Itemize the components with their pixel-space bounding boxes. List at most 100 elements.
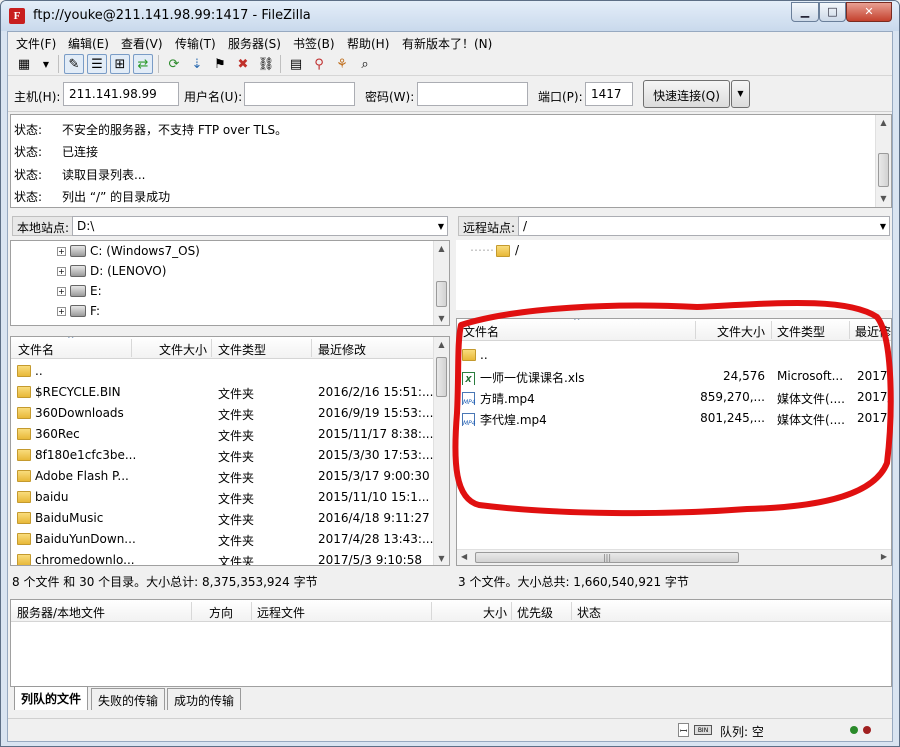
table-row[interactable]: .. <box>11 361 449 382</box>
table-row[interactable]: 8f180e1cfc3be... 文件夹 2015/3/30 17:53:... <box>11 445 449 466</box>
message-log: 状态: 不安全的服务器，不支持 FTP over TLS。 状态: 已连接 状态: 读… <box>10 114 892 208</box>
table-row[interactable]: chromedownlo... 文件夹 2017/5/3 9:10:58 <box>11 550 449 565</box>
window-title: ftp://youke@211.141.98.99:1417 - FileZil… <box>33 8 311 23</box>
menu-bookmarks[interactable]: 书签(B) <box>293 35 335 52</box>
status-bar: ꟷ BIN 队列: 空 <box>8 718 892 742</box>
log-line: 状态: 不安全的服务器，不支持 FTP over TLS。 <box>14 123 288 137</box>
local-site-path[interactable]: D:\ ▼ <box>72 216 448 236</box>
table-row[interactable]: 360Downloads 文件夹 2016/9/19 15:53:... <box>11 403 449 424</box>
menu-view[interactable]: 查看(V) <box>121 35 163 52</box>
password-label: 密码(W): <box>365 90 415 104</box>
cancel-icon[interactable]: ✖ <box>233 54 253 74</box>
menu-new-version[interactable]: 有新版本了！(N) <box>402 35 492 52</box>
tree-node-drive[interactable]: + F: <box>57 304 100 318</box>
menu-file[interactable]: 文件(F) <box>16 35 56 52</box>
quickconnect-dropdown-icon[interactable]: ▼ <box>731 80 750 108</box>
folder-icon <box>17 491 31 503</box>
remote-site-panel: 远程站点: / ▼ ⋯⋯ / <box>456 214 892 310</box>
tree-node-drive[interactable]: + D: (LENOVO) <box>57 264 166 278</box>
toggle-remote-tree-icon[interactable]: ⊞ <box>110 54 130 74</box>
toggle-log-icon[interactable]: ✎ <box>64 54 84 74</box>
site-manager-icon[interactable]: ▦ <box>14 54 34 74</box>
refresh-icon[interactable]: ⟳ <box>164 54 184 74</box>
maximize-button[interactable]: □ <box>819 2 846 22</box>
folder-icon <box>17 470 31 482</box>
port-input[interactable]: 1417 <box>585 82 633 106</box>
column-status[interactable]: 状态 <box>577 604 601 621</box>
remote-site-path[interactable]: / ▼ <box>518 216 890 236</box>
table-row[interactable]: baidu 文件夹 2015/11/10 15:1... <box>11 487 449 508</box>
remote-list-header: 文件名 ^ 文件大小 文件类型 最近修 <box>457 319 891 341</box>
menu-edit[interactable]: 编辑(E) <box>68 35 109 52</box>
main-client: 文件(F) 编辑(E) 查看(V) 传输(T) 服务器(S) 书签(B) 帮助(… <box>7 31 893 742</box>
log-line: 状态: 列出 “/” 的目录成功 <box>14 190 171 204</box>
table-row[interactable]: $RECYCLE.BIN 文件夹 2016/2/16 15:51:... <box>11 382 449 403</box>
remote-status: 3 个文件。大小总共: 1,660,540,921 字节 <box>458 569 890 591</box>
table-row[interactable]: MP4李代煌.mp4801,245,...媒体文件(....2017/! <box>457 408 891 429</box>
username-label: 用户名(U): <box>184 90 243 104</box>
disconnect-icon[interactable]: ⛓ <box>256 54 276 74</box>
column-filename[interactable]: 文件名 <box>18 341 54 358</box>
column-modified[interactable]: 最近修 <box>855 323 891 340</box>
toggle-queue-icon[interactable]: ⇄ <box>133 54 153 74</box>
menu-help[interactable]: 帮助(H) <box>347 35 389 52</box>
column-filename[interactable]: 文件名 <box>463 323 499 340</box>
table-row[interactable]: 360Rec 文件夹 2015/11/17 8:38:... <box>11 424 449 445</box>
table-row[interactable]: MP4方晴.mp4859,270,...媒体文件(....2017/! <box>457 387 891 408</box>
minimize-button[interactable]: ▁ <box>791 2 819 22</box>
local-site-label: 本地站点: <box>12 216 75 236</box>
column-filetype[interactable]: 文件类型 <box>777 323 825 340</box>
folder-icon <box>17 386 31 398</box>
local-list-header: 文件名 ^ 文件大小 文件类型 最近修改 <box>11 337 449 359</box>
column-priority[interactable]: 优先级 <box>517 604 553 621</box>
menu-server[interactable]: 服务器(S) <box>228 35 281 52</box>
table-row[interactable]: Adobe Flash P... 文件夹 2015/3/17 9:00:30 <box>11 466 449 487</box>
table-row[interactable]: X一师一优课课名.xls24,576Microsoft...2017/! <box>457 366 891 387</box>
host-input[interactable]: 211.141.98.99 <box>63 82 179 106</box>
local-site-panel: 本地站点: D:\ ▼ + C: (Windows7_OS) + D: (LENOVO… <box>10 214 450 326</box>
send-indicator-icon <box>850 726 858 734</box>
sync-browse-icon[interactable]: ⚲ <box>309 54 329 74</box>
column-size[interactable]: 大小 <box>483 604 507 621</box>
folder-icon <box>17 554 31 565</box>
password-input[interactable] <box>417 82 528 106</box>
local-list-scrollbar[interactable]: ▲ ▼ <box>433 337 449 565</box>
folder-icon <box>17 407 31 419</box>
table-row[interactable]: BaiduYunDown... 文件夹 2017/4/28 13:43:... <box>11 529 449 550</box>
column-filesize[interactable]: 文件大小 <box>717 323 765 340</box>
column-modified[interactable]: 最近修改 <box>318 341 366 358</box>
menu-transfer[interactable]: 传输(T) <box>175 35 216 52</box>
tree-node-drive[interactable]: + E: <box>57 284 102 298</box>
flag-icon[interactable]: ⚑ <box>210 54 230 74</box>
close-button[interactable]: ✕ <box>846 2 892 22</box>
site-manager-dropdown-icon[interactable]: ▼ <box>36 54 56 74</box>
table-row[interactable]: BaiduMusic 文件夹 2016/4/18 9:11:27 <box>11 508 449 529</box>
filter-icon[interactable]: ⚘ <box>332 54 352 74</box>
secure-connection-icon: ꟷ <box>678 723 689 737</box>
column-direction[interactable]: 方向 <box>209 604 233 621</box>
transfer-mode-icon: BIN <box>694 725 712 735</box>
remote-list-hscrollbar[interactable]: ◀ ||| ▶ <box>457 549 891 565</box>
table-row[interactable]: .. <box>457 345 891 366</box>
column-server-local-file[interactable]: 服务器/本地文件 <box>17 604 105 621</box>
column-filetype[interactable]: 文件类型 <box>218 341 266 358</box>
directory-comparison-icon[interactable]: ▤ <box>286 54 306 74</box>
queue-tabs: 列队的文件 失败的传输 成功的传输 <box>8 686 892 710</box>
tab-queued-files[interactable]: 列队的文件 <box>14 686 89 710</box>
filezilla-window: F ftp://youke@211.141.98.99:1417 - FileZ… <box>0 0 900 747</box>
toolbar: ▦ ▼ ✎ ☰ ⊞ ⇄ ⟳ ⇣ ⚑ ✖ ⛓ ▤ ⚲ ⚘ ⌕ <box>8 52 892 76</box>
folder-icon <box>17 428 31 440</box>
column-remote-file[interactable]: 远程文件 <box>257 604 305 621</box>
username-input[interactable] <box>244 82 355 106</box>
quickconnect-button[interactable]: 快速连接(Q) <box>643 80 730 108</box>
column-filesize[interactable]: 文件大小 <box>159 341 207 358</box>
search-icon[interactable]: ⌕ <box>355 54 375 74</box>
log-scrollbar[interactable]: ▲ ▼ <box>875 115 891 207</box>
tree-node-drive[interactable]: + C: (Windows7_OS) <box>57 244 200 258</box>
tree-node-root[interactable]: ⋯⋯ / <box>470 243 519 257</box>
process-queue-icon[interactable]: ⇣ <box>187 54 207 74</box>
tab-failed-transfers[interactable]: 失败的传输 <box>91 688 166 710</box>
local-tree-scrollbar[interactable]: ▲ ▼ <box>433 241 449 325</box>
toggle-local-tree-icon[interactable]: ☰ <box>87 54 107 74</box>
tab-successful-transfers[interactable]: 成功的传输 <box>167 688 242 710</box>
